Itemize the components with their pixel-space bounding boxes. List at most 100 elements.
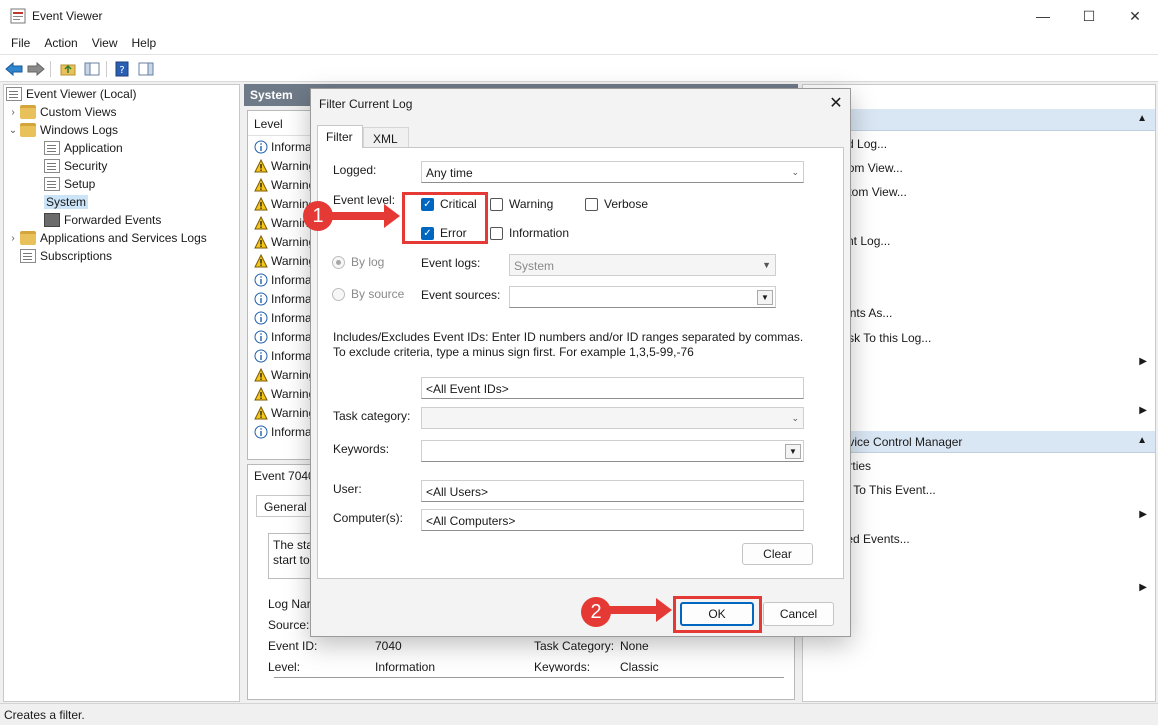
show-hide-action-pane-button[interactable] (136, 59, 156, 79)
back-button[interactable] (4, 59, 24, 79)
keywords-label: Keywords: (534, 660, 591, 672)
collapse-up-icon[interactable]: ▲ (1137, 435, 1147, 446)
table-row[interactable]: Warning (254, 232, 312, 251)
dialog-close-button[interactable]: ✕ (825, 93, 847, 113)
table-row[interactable]: Informa (254, 327, 312, 346)
user-input[interactable]: <All Users> (421, 480, 804, 502)
table-row[interactable]: Warning (254, 251, 312, 270)
tree-item-application[interactable]: Application (44, 139, 123, 157)
menu-view[interactable]: View (85, 36, 125, 50)
action-item[interactable]: ach a Task To this Log... (803, 326, 1155, 350)
table-row[interactable]: Warning (254, 156, 312, 175)
action-item[interactable]: e Selected Events... (803, 527, 1155, 551)
warning-icon (254, 405, 268, 419)
table-row[interactable]: Warning (254, 175, 312, 194)
action-item[interactable]: ate Custom View... (803, 156, 1155, 180)
table-row[interactable]: Informa (254, 346, 312, 365)
up-one-level-button[interactable] (58, 59, 78, 79)
table-row[interactable]: Informa (254, 422, 312, 441)
information-icon (254, 273, 268, 286)
action-item[interactable]: port Custom View... (803, 180, 1155, 204)
actions-section-header-event[interactable]: 040, Service Control Manager ▲ (803, 431, 1155, 453)
action-item[interactable]: en Saved Log... (803, 132, 1155, 156)
action-item[interactable]: d... (803, 277, 1155, 301)
computer-input[interactable]: <All Computers> (421, 509, 804, 531)
action-item[interactable]: er Current Log... (803, 229, 1155, 253)
cancel-button[interactable]: Cancel (763, 602, 834, 626)
action-item[interactable]: w▶ (803, 350, 1155, 374)
tab-xml[interactable]: XML (363, 127, 409, 148)
chevron-down-icon[interactable]: ⌄ (6, 125, 20, 136)
tab-general[interactable]: General (256, 495, 312, 517)
action-item[interactable]: oy▶ (803, 502, 1155, 526)
annotation-step-2: 2 (581, 597, 611, 627)
tree-item-label: Applications and Services Logs (40, 231, 207, 245)
information-checkbox[interactable]: Information (490, 226, 569, 240)
level-text: Warning (271, 177, 312, 192)
tree-item-windows-logs[interactable]: ⌄ Windows Logs (6, 121, 118, 139)
annotation-highlight-event-levels (402, 192, 488, 244)
by-log-radio[interactable]: By log (332, 255, 384, 269)
actions-section-header[interactable]: ▲ (803, 109, 1155, 131)
dropdown-arrow-icon[interactable]: ▼ (757, 290, 773, 305)
action-item[interactable]: ar Log... (803, 205, 1155, 229)
table-row[interactable]: Informa (254, 137, 312, 156)
chevron-right-icon[interactable]: › (6, 233, 20, 244)
action-item[interactable]: ach Task To This Event... (803, 478, 1155, 502)
table-row[interactable]: Informa (254, 270, 312, 289)
tab-filter[interactable]: Filter (317, 125, 363, 148)
action-item[interactable]: nt Properties (803, 454, 1155, 478)
help-button[interactable]: ? (112, 59, 132, 79)
horizontal-scrollbar[interactable] (274, 677, 784, 678)
tree-item-label: System (44, 195, 89, 209)
event-sources-dropdown[interactable]: ▼ (509, 286, 776, 308)
level-text: Informa (271, 348, 312, 363)
action-item[interactable]: p▶ (803, 575, 1155, 599)
forward-button[interactable] (26, 59, 46, 79)
action-item[interactable]: p▶ (803, 398, 1155, 422)
folder-icon (20, 105, 36, 119)
tree-item-label: Application (64, 141, 123, 155)
tree-item-root[interactable]: Event Viewer (Local) (6, 85, 137, 103)
menu-help[interactable]: Help (125, 36, 164, 50)
menu-action[interactable]: Action (37, 36, 84, 50)
minimize-button[interactable]: — (1020, 0, 1066, 32)
column-header-level[interactable]: Level (254, 117, 283, 131)
tree-item-custom-views[interactable]: › Custom Views (6, 103, 116, 121)
level-text: Warning (271, 234, 312, 249)
tree-item-system[interactable]: System (44, 193, 89, 211)
dropdown-arrow-icon[interactable]: ▼ (785, 444, 801, 459)
action-item[interactable]: e All Events As... (803, 301, 1155, 325)
event-ids-input[interactable]: <All Event IDs> (421, 377, 804, 399)
tree-item-setup[interactable]: Setup (44, 175, 95, 193)
table-row[interactable]: Informa (254, 289, 312, 308)
tree-item-forwarded-events[interactable]: Forwarded Events (44, 211, 161, 229)
by-source-radio[interactable]: By source (332, 287, 404, 301)
table-row[interactable]: Warning (254, 365, 312, 384)
menu-file[interactable]: File (4, 36, 37, 50)
table-row[interactable]: Warning (254, 384, 312, 403)
table-row[interactable]: Warning (254, 403, 312, 422)
verbose-checkbox[interactable]: Verbose (585, 197, 648, 211)
warning-checkbox[interactable]: Warning (490, 197, 553, 211)
close-window-button[interactable]: ✕ (1112, 0, 1158, 32)
clear-button[interactable]: Clear (742, 543, 813, 565)
table-row[interactable]: Informa (254, 308, 312, 327)
collapse-up-icon[interactable]: ▲ (1137, 113, 1147, 124)
action-item[interactable]: resh (803, 374, 1155, 398)
task-category-value: None (620, 639, 649, 653)
tree-item-security[interactable]: Security (44, 157, 107, 175)
forwarded-log-icon (44, 213, 60, 227)
keywords-dropdown[interactable]: ▼ (421, 440, 804, 462)
warning-icon (254, 215, 268, 229)
action-item[interactable]: resh (803, 551, 1155, 575)
logged-dropdown[interactable]: Any time ⌄ (421, 161, 804, 183)
tree-item-apps-services-logs[interactable]: › Applications and Services Logs (6, 229, 207, 247)
log-icon (44, 159, 60, 173)
action-item[interactable]: perties (803, 253, 1155, 277)
chevron-right-icon[interactable]: › (6, 107, 20, 118)
show-hide-tree-button[interactable] (82, 59, 102, 79)
event-viewer-app-icon (10, 8, 26, 24)
maximize-button[interactable]: ☐ (1066, 0, 1112, 32)
tree-item-subscriptions[interactable]: Subscriptions (20, 247, 112, 265)
